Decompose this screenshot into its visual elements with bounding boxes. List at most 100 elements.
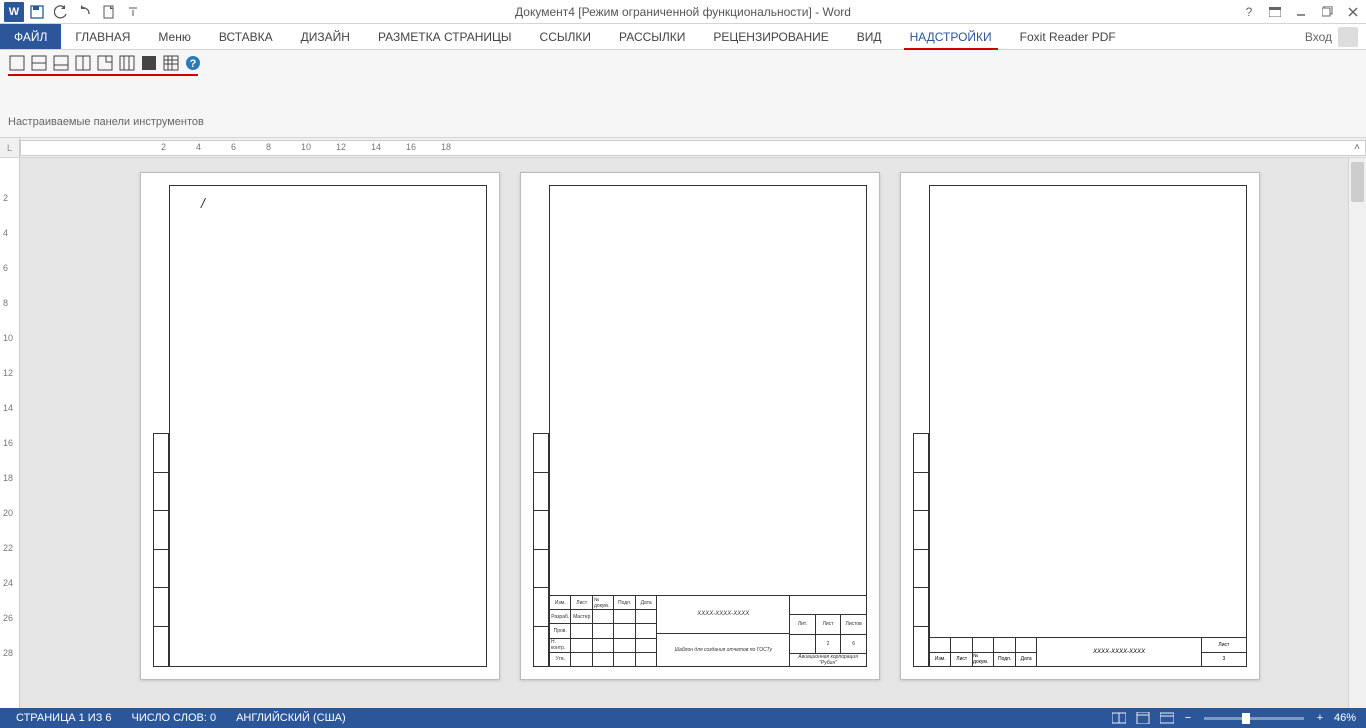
tab-layout[interactable]: РАЗМЕТКА СТРАНИЦЫ (364, 24, 526, 49)
ruler-row: L 2 4 6 8 10 12 14 16 18 ˄ (0, 138, 1366, 158)
ruler-num: 14 (371, 142, 381, 152)
gost-title-block: Изм.Лист№ докум.Подп.Дата Разраб.Мастер … (549, 595, 867, 667)
vruler-num: 18 (3, 473, 13, 483)
doc-code: XXXX-XXXX-XXXX (657, 596, 789, 634)
tab-insert[interactable]: ВСТАВКА (205, 24, 287, 49)
frame-icon-6[interactable] (118, 54, 136, 72)
vruler-num: 2 (3, 193, 8, 203)
ruler-corner[interactable]: L (0, 138, 20, 158)
ruler-num: 4 (196, 142, 201, 152)
web-layout-button[interactable] (1156, 709, 1178, 727)
text-cursor: / (201, 195, 205, 211)
zoom-slider[interactable] (1204, 717, 1304, 720)
vruler-num: 20 (3, 508, 13, 518)
redo-button[interactable] (74, 2, 96, 22)
svg-text:?: ? (190, 58, 197, 70)
window-controls: ? (1236, 2, 1366, 22)
minimize-button[interactable] (1288, 2, 1314, 22)
save-button[interactable] (26, 2, 48, 22)
collapse-ribbon-button[interactable]: ˄ (1350, 140, 1364, 154)
zoom-out-button[interactable]: − (1180, 712, 1196, 724)
gost-side-strip (153, 433, 169, 667)
ruler-num: 16 (406, 142, 416, 152)
new-doc-button[interactable] (98, 2, 120, 22)
gost-side-strip (533, 433, 549, 667)
frame-icon-8[interactable] (162, 54, 180, 72)
tab-menu[interactable]: Меню (144, 24, 204, 49)
vertical-scrollbar[interactable]: ▴ (1348, 158, 1366, 708)
vruler-num: 4 (3, 228, 8, 238)
frame-icon-2[interactable] (30, 54, 48, 72)
qat-customize-button[interactable] (122, 2, 144, 22)
vruler-num: 26 (3, 613, 13, 623)
vruler-num: 10 (3, 333, 13, 343)
tab-addins[interactable]: НАДСТРОЙКИ (896, 24, 1006, 49)
frame-icon-4[interactable] (74, 54, 92, 72)
tab-mailings[interactable]: РАССЫЛКИ (605, 24, 699, 49)
frame-icon-5[interactable] (96, 54, 114, 72)
tab-design[interactable]: ДИЗАЙН (287, 24, 364, 49)
status-words[interactable]: ЧИСЛО СЛОВ: 0 (122, 712, 227, 724)
read-mode-button[interactable] (1108, 709, 1130, 727)
ruler-num: 12 (336, 142, 346, 152)
tab-review[interactable]: РЕЦЕНЗИРОВАНИЕ (699, 24, 842, 49)
close-button[interactable] (1340, 2, 1366, 22)
vruler-num: 6 (3, 263, 8, 273)
title-bar: W Документ4 [Режим ограниченной функцион… (0, 0, 1366, 24)
addin-icons-row: ? (8, 54, 1358, 74)
vruler-num: 16 (3, 438, 13, 448)
vruler-num: 28 (3, 648, 13, 658)
status-page[interactable]: СТРАНИЦА 1 ИЗ 6 (6, 712, 122, 724)
ribbon-display-button[interactable] (1262, 2, 1288, 22)
vruler-num: 8 (3, 298, 8, 308)
page-3[interactable]: Изм.Лист№ докум.Подп.Дата XXXX-XXXX-XXXX… (900, 172, 1260, 680)
document-canvas[interactable]: / Изм.Лист№ докум.Подп.Дата Разраб.Масте… (20, 158, 1348, 708)
page-frame (169, 185, 487, 667)
restore-button[interactable] (1314, 2, 1340, 22)
status-language[interactable]: АНГЛИЙСКИЙ (США) (226, 712, 356, 724)
gost-side-strip (913, 433, 929, 667)
ruler-num: 8 (266, 142, 271, 152)
tab-file[interactable]: ФАЙЛ (0, 24, 61, 49)
page-1[interactable]: / (140, 172, 500, 680)
addin-toolbar: ? Настраиваемые панели инструментов (0, 50, 1366, 138)
sign-in[interactable]: Вход (1297, 24, 1366, 49)
zoom-in-button[interactable]: + (1312, 712, 1328, 724)
undo-button[interactable] (50, 2, 72, 22)
horizontal-ruler[interactable]: 2 4 6 8 10 12 14 16 18 (20, 140, 1366, 156)
frame-icon-1[interactable] (8, 54, 26, 72)
page-frame (929, 185, 1247, 667)
gost-title-block-continuation: Изм.Лист№ докум.Подп.Дата XXXX-XXXX-XXXX… (929, 637, 1247, 667)
ribbon-tabs: ФАЙЛ ГЛАВНАЯ Меню ВСТАВКА ДИЗАЙН РАЗМЕТК… (0, 24, 1366, 50)
tab-references[interactable]: ССЫЛКИ (526, 24, 605, 49)
window-title: Документ4 [Режим ограниченной функционал… (0, 5, 1366, 19)
vertical-ruler[interactable]: 2 4 6 8 10 12 14 16 18 20 22 24 26 28 (0, 158, 20, 708)
word-app-icon: W (4, 2, 24, 22)
page-2[interactable]: Изм.Лист№ докум.Подп.Дата Разраб.Мастер … (520, 172, 880, 680)
avatar-icon (1338, 27, 1358, 47)
ruler-num: 10 (301, 142, 311, 152)
print-layout-button[interactable] (1132, 709, 1154, 727)
scroll-thumb[interactable] (1351, 162, 1364, 202)
frame-icon-3[interactable] (52, 54, 70, 72)
sign-in-label: Вход (1305, 30, 1332, 44)
quick-access-toolbar: W (0, 2, 144, 22)
help-button[interactable]: ? (1236, 2, 1262, 22)
vruler-num: 14 (3, 403, 13, 413)
doc-title: Шаблон для создания отчетов по ГОСТу (657, 634, 789, 667)
status-bar: СТРАНИЦА 1 ИЗ 6 ЧИСЛО СЛОВ: 0 АНГЛИЙСКИЙ… (0, 708, 1366, 728)
addin-group-label: Настраиваемые панели инструментов (8, 116, 1358, 128)
zoom-knob[interactable] (1242, 713, 1250, 724)
help-icon[interactable]: ? (184, 54, 202, 72)
ruler-num: 2 (161, 142, 166, 152)
zoom-level[interactable]: 46% (1330, 712, 1360, 724)
addin-underline (8, 74, 198, 76)
tab-home[interactable]: ГЛАВНАЯ (61, 24, 144, 49)
ruler-num: 18 (441, 142, 451, 152)
document-area: 2 4 6 8 10 12 14 16 18 20 22 24 26 28 / (0, 158, 1366, 708)
frame-icon-7[interactable] (140, 54, 158, 72)
vruler-num: 12 (3, 368, 13, 378)
tab-view[interactable]: ВИД (843, 24, 896, 49)
vruler-num: 22 (3, 543, 13, 553)
tab-foxit[interactable]: Foxit Reader PDF (1006, 24, 1130, 49)
